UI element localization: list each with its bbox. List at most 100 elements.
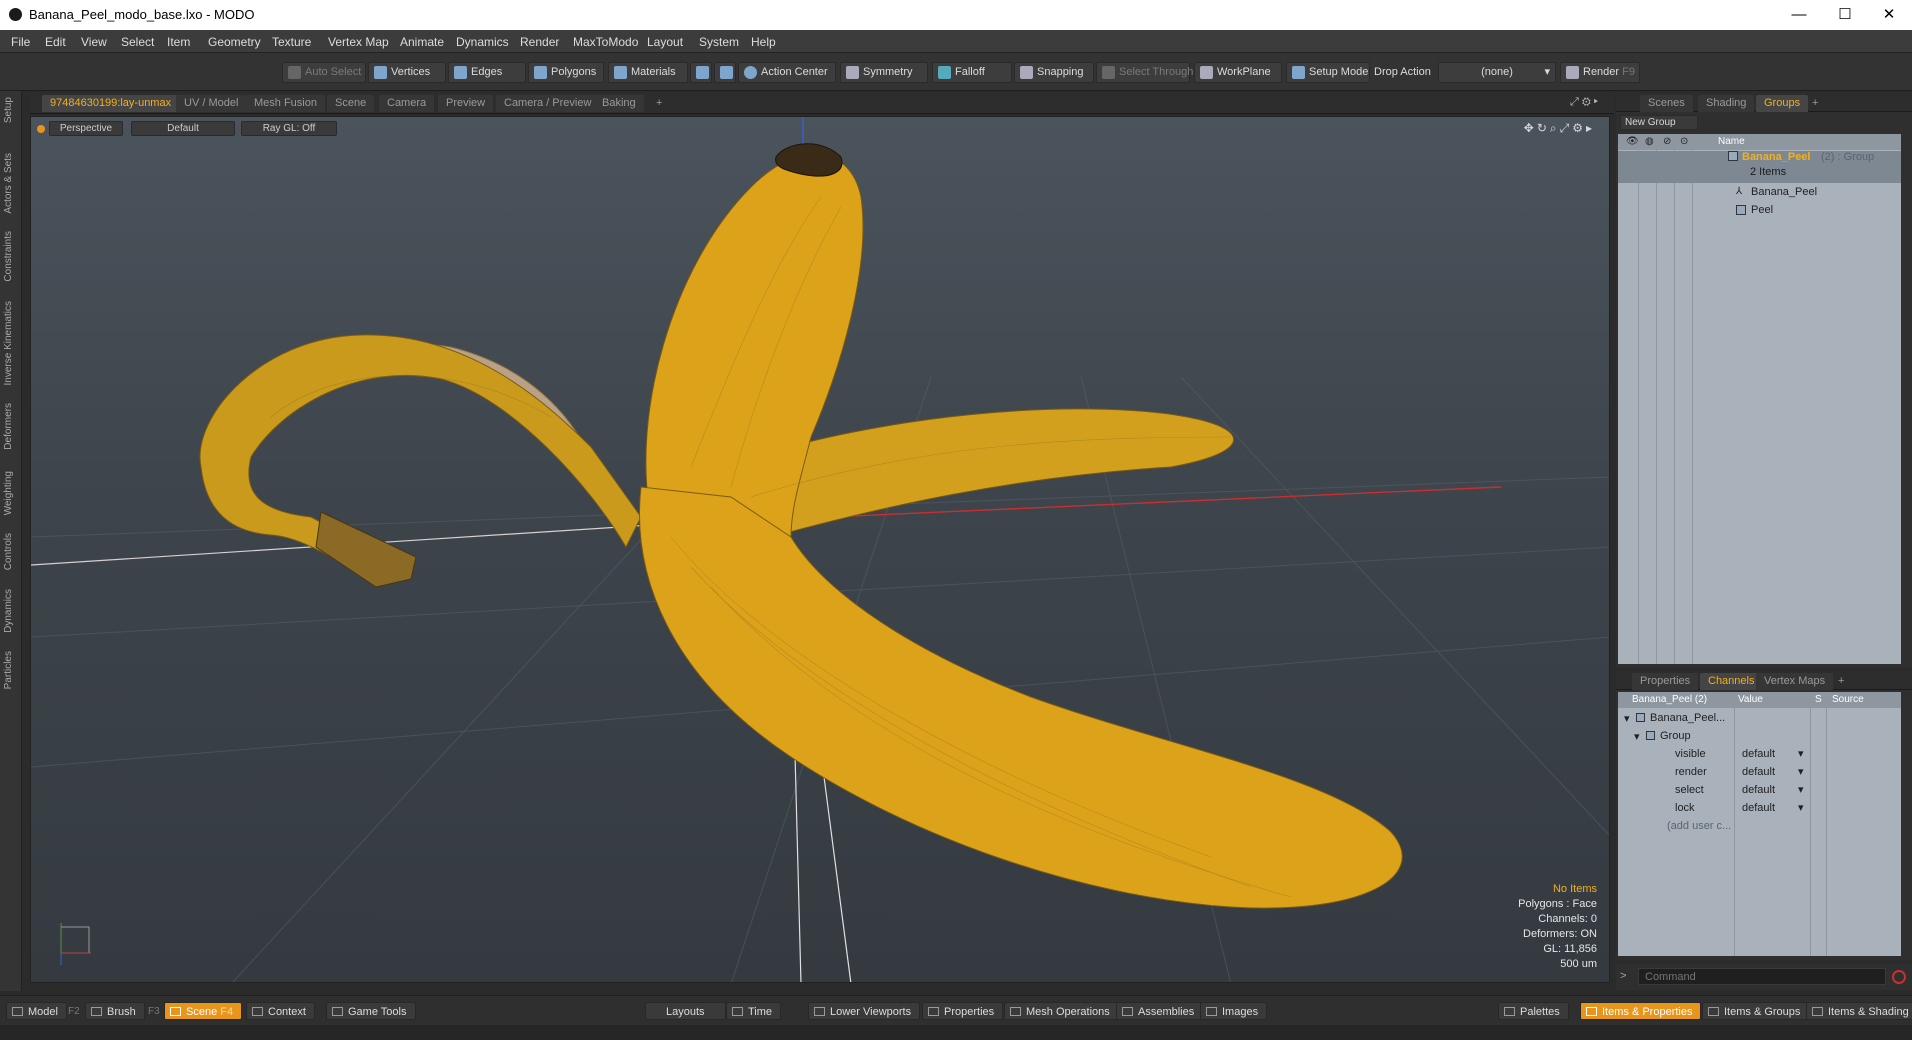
render-button[interactable]: Render F9: [1560, 62, 1640, 83]
snapping-button[interactable]: Snapping: [1014, 62, 1094, 83]
select-through-button[interactable]: Select Through: [1096, 62, 1193, 83]
group-row-banana-peel[interactable]: Banana_Peel (2) : Group 2 Items: [1618, 151, 1901, 183]
add-panel-tab-button[interactable]: +: [1804, 95, 1826, 112]
mesh-operations-button[interactable]: Mesh Operations: [1004, 1002, 1119, 1020]
tab-groups[interactable]: Groups: [1756, 95, 1809, 112]
viewport-tab-options-icon[interactable]: ⤢ ⚙ ▸: [1570, 96, 1598, 109]
scene-layout-button[interactable]: Scene F4: [164, 1002, 243, 1020]
tab-vertex-maps[interactable]: Vertex Maps: [1756, 673, 1834, 690]
tab-properties[interactable]: Properties: [1632, 673, 1699, 690]
raygl-toggle[interactable]: Ray GL: Off: [241, 121, 337, 136]
workplane-button[interactable]: WorkPlane: [1194, 62, 1282, 83]
channel-row-visible[interactable]: visible default ▾: [1620, 746, 1896, 764]
channel-value[interactable]: default: [1742, 784, 1775, 796]
tab-baking[interactable]: Baking: [594, 95, 644, 112]
polygons-button[interactable]: Polygons: [528, 62, 604, 83]
menu-texture[interactable]: Texture: [272, 35, 311, 49]
tab-deformers[interactable]: Deformers: [3, 403, 14, 450]
menu-maxtomodo[interactable]: MaxToModo: [573, 35, 638, 49]
menu-view[interactable]: View: [81, 35, 107, 49]
falloff-button[interactable]: Falloff: [932, 62, 1012, 83]
menu-system[interactable]: System: [699, 35, 739, 49]
game-tools-button[interactable]: Game Tools: [326, 1002, 416, 1020]
channel-row-lock[interactable]: lock default ▾: [1620, 800, 1896, 818]
chevron-down-icon[interactable]: ▾: [1798, 801, 1804, 814]
layouts-button[interactable]: Layouts: [645, 1002, 726, 1020]
edges-button[interactable]: Edges: [448, 62, 526, 83]
menu-layout[interactable]: Layout: [647, 35, 683, 49]
shield-gear-tool-button[interactable]: [714, 62, 736, 83]
drop-action-select[interactable]: (none) ▾: [1438, 62, 1556, 83]
shield-tool-button[interactable]: [690, 62, 712, 83]
record-icon[interactable]: [1892, 970, 1906, 984]
channel-value[interactable]: default: [1742, 748, 1775, 760]
tab-dynamics[interactable]: Dynamics: [3, 589, 14, 633]
context-button[interactable]: Context: [246, 1002, 315, 1020]
tab-layout-unmax[interactable]: 97484630199:lay-unmax: [42, 95, 180, 112]
menu-vertex-map[interactable]: Vertex Map: [328, 35, 389, 49]
perspective-dropdown[interactable]: Perspective: [49, 121, 123, 136]
tab-channels[interactable]: Channels: [1700, 673, 1763, 690]
menu-render[interactable]: Render: [520, 35, 559, 49]
add-tab-button[interactable]: +: [648, 95, 670, 112]
3d-viewport[interactable]: Perspective Default Ray GL: Off ✥↻⌕⤢⚙▸ N…: [30, 116, 1610, 983]
assemblies-button[interactable]: Assemblies: [1116, 1002, 1204, 1020]
symmetry-button[interactable]: Symmetry: [840, 62, 928, 83]
properties-button[interactable]: Properties: [922, 1002, 1004, 1020]
brush-layout-button[interactable]: Brush: [85, 1002, 145, 1020]
setup-mode-button[interactable]: Setup Mode: [1286, 62, 1370, 83]
menu-file[interactable]: File: [11, 35, 30, 49]
chevron-down-icon[interactable]: ▾: [1798, 765, 1804, 778]
images-button[interactable]: Images: [1200, 1002, 1268, 1020]
action-center-button[interactable]: Action Center: [738, 62, 836, 83]
viewport-menu-dot-icon[interactable]: [37, 125, 45, 133]
add-panel-tab-button[interactable]: +: [1830, 673, 1852, 690]
tab-inverse-kinematics[interactable]: Inverse Kinematics: [3, 301, 14, 385]
channel-row-render[interactable]: render default ▾: [1620, 764, 1896, 782]
tab-shading[interactable]: Shading: [1698, 95, 1755, 112]
chevron-down-icon[interactable]: ▾: [1798, 747, 1804, 760]
menu-edit[interactable]: Edit: [45, 35, 66, 49]
tab-scene[interactable]: Scene: [327, 95, 375, 112]
tab-preview[interactable]: Preview: [438, 95, 494, 112]
tab-controls[interactable]: Controls: [3, 533, 14, 570]
add-user-channel-row[interactable]: (add user c...: [1620, 818, 1896, 836]
menu-select[interactable]: Select: [121, 35, 154, 49]
vertices-button[interactable]: Vertices: [368, 62, 446, 83]
menu-geometry[interactable]: Geometry: [208, 35, 261, 49]
tab-constraints[interactable]: Constraints: [3, 231, 14, 282]
tab-particles[interactable]: Particles: [3, 651, 14, 689]
tab-uv-model[interactable]: UV / Model: [176, 95, 247, 112]
palettes-button[interactable]: Palettes: [1498, 1002, 1569, 1020]
items-shading-button[interactable]: Items & Shading: [1806, 1002, 1912, 1020]
command-input[interactable]: [1638, 968, 1886, 985]
channel-row-select[interactable]: select default ▾: [1620, 782, 1896, 800]
items-properties-button[interactable]: Items & Properties: [1580, 1002, 1702, 1020]
time-button[interactable]: Time: [726, 1002, 782, 1020]
tab-setup[interactable]: Setup: [3, 97, 14, 123]
lower-viewports-button[interactable]: Lower Viewports: [808, 1002, 921, 1020]
chevron-down-icon[interactable]: ▾: [1798, 783, 1804, 796]
viewport-nav-icons[interactable]: ✥↻⌕⤢⚙▸: [1524, 121, 1595, 136]
group-child-banana-peel[interactable]: ⅄ Banana_Peel: [1618, 184, 1901, 202]
maximize-button[interactable]: ☐: [1822, 0, 1868, 30]
channels-tree-root[interactable]: ▾ Banana_Peel...: [1620, 710, 1896, 728]
model-layout-button[interactable]: Model: [6, 1002, 67, 1020]
tab-actors-sets[interactable]: Actors & Sets: [3, 153, 14, 214]
menu-help[interactable]: Help: [751, 35, 776, 49]
tab-mesh-fusion[interactable]: Mesh Fusion: [246, 95, 325, 112]
shading-dropdown[interactable]: Default: [131, 121, 235, 136]
items-groups-button[interactable]: Items & Groups: [1702, 1002, 1810, 1020]
tab-weighting[interactable]: Weighting: [3, 471, 14, 515]
tab-camera[interactable]: Camera: [379, 95, 435, 112]
menu-item[interactable]: Item: [167, 35, 190, 49]
group-child-peel[interactable]: Peel: [1618, 202, 1901, 220]
tab-camera-preview[interactable]: Camera / Preview: [496, 95, 600, 112]
auto-select-button[interactable]: Auto Select: [282, 62, 366, 83]
close-button[interactable]: ✕: [1866, 0, 1912, 30]
channel-value[interactable]: default: [1742, 802, 1775, 814]
tab-scenes[interactable]: Scenes: [1640, 95, 1693, 112]
channel-value[interactable]: default: [1742, 766, 1775, 778]
materials-button[interactable]: Materials: [608, 62, 688, 83]
channels-tree-group[interactable]: ▾ Group: [1620, 728, 1896, 746]
